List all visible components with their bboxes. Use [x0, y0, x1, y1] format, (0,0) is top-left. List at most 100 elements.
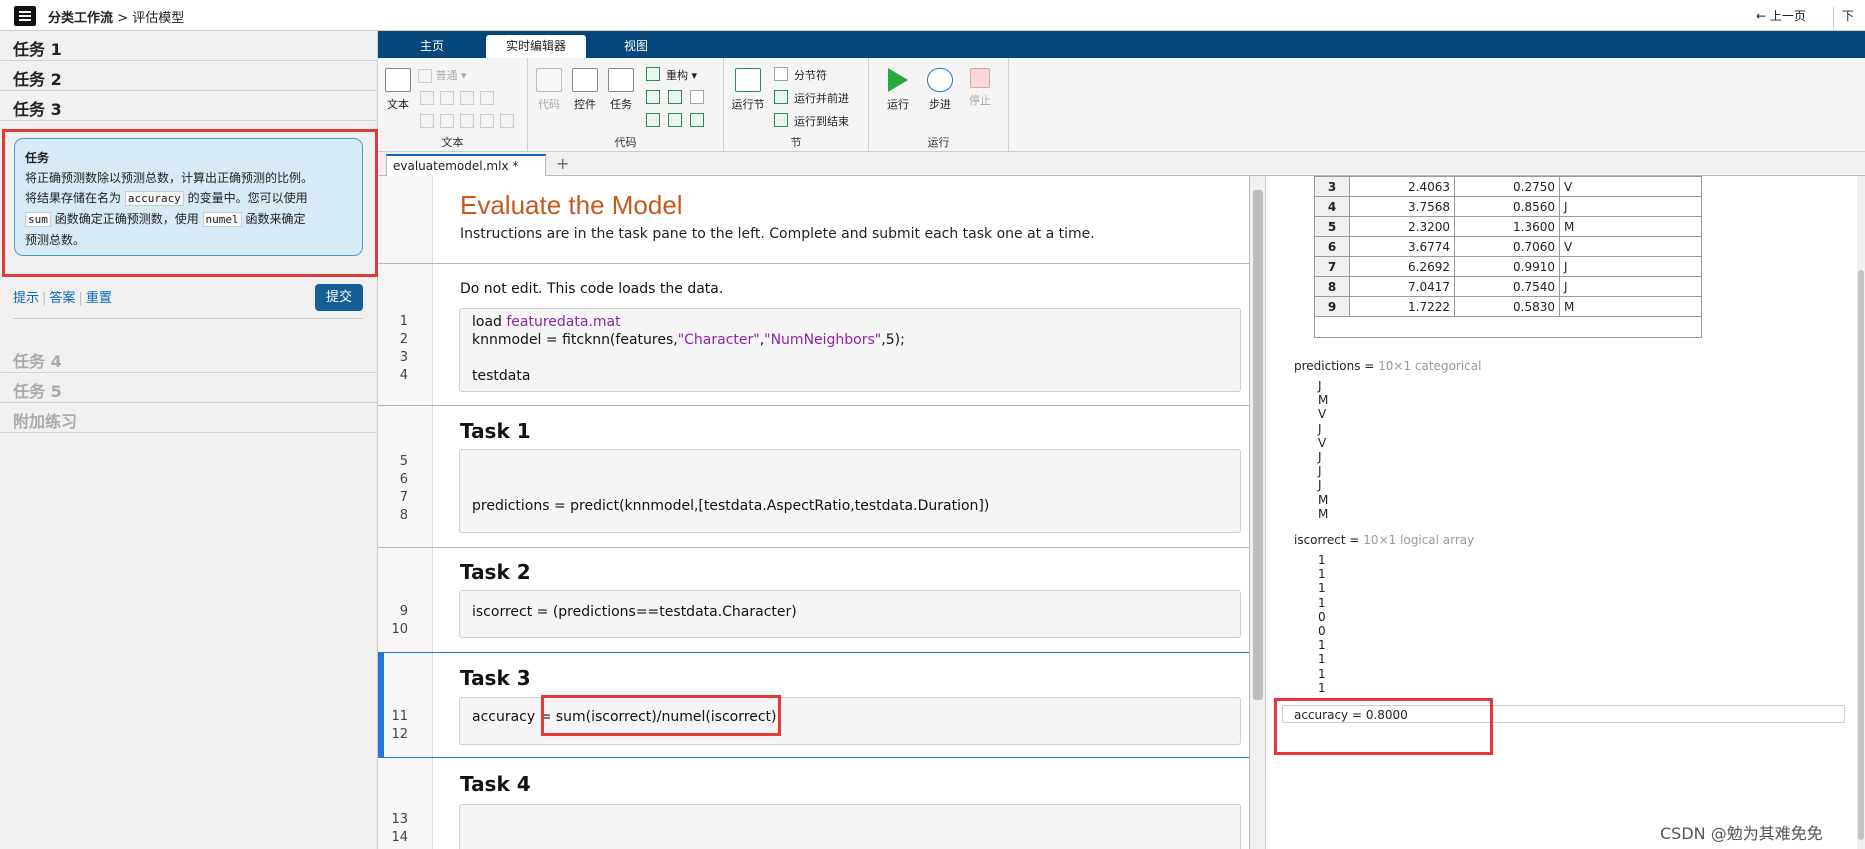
prediction-value: M: [1318, 492, 1329, 507]
ribbon-section-label: 代码: [614, 136, 637, 149]
run-and-advance-button[interactable]: 运行并前进: [794, 90, 849, 106]
ribbon-toolbar: 文本 普通 ▾ 文本 代码 控件 任务 重构 ▾ 代码 运行节 分节符 运行并前…: [378, 58, 1865, 152]
task-header-2[interactable]: 任务 2: [0, 61, 378, 91]
document-title: Evaluate the Model: [460, 190, 683, 220]
ribbon-section-text: 文本 普通 ▾ 文本: [378, 58, 528, 152]
refactor-icon: [646, 67, 660, 81]
iscorrect-value: 1: [1318, 553, 1326, 567]
align-left-icon[interactable]: [460, 114, 474, 128]
step-button[interactable]: 步进: [925, 68, 955, 112]
code-tool-icon[interactable]: [646, 90, 660, 104]
table-cell: 6.2692: [1349, 256, 1455, 277]
section-break-button[interactable]: 分节符: [794, 67, 827, 83]
line-number: 8: [399, 508, 408, 523]
code-line: iscorrect = (predictions==testdata.Chara…: [472, 604, 797, 620]
code-block-task-4[interactable]: [459, 804, 1241, 849]
submit-button[interactable]: 提交: [315, 284, 363, 311]
table-cell: 2.4063: [1349, 176, 1455, 197]
task-1-heading: Task 1: [460, 419, 531, 443]
editor-scrollbar-thumb[interactable]: [1253, 190, 1263, 700]
table-row: 6 3.6774 0.7060 V: [1314, 236, 1702, 257]
ribbon-section-label: 运行: [927, 136, 950, 149]
menu-icon[interactable]: [14, 6, 36, 26]
divider: [13, 318, 363, 319]
row-index-cell: 5: [1314, 216, 1350, 237]
code-block-task-1[interactable]: [459, 449, 1241, 533]
answer-link[interactable]: 答案: [49, 291, 75, 306]
run-button[interactable]: 运行: [883, 68, 913, 112]
section-break-icon: [774, 67, 788, 81]
highlight-rectangle: [541, 695, 781, 736]
line-number: 2: [399, 332, 408, 347]
table-cell: 0.8560: [1454, 196, 1560, 217]
reset-link[interactable]: 重置: [86, 291, 112, 306]
code-line: knnmodel = fitcknn(features,"Character",…: [472, 332, 905, 348]
output-scrollbar-thumb[interactable]: [1858, 270, 1864, 840]
ribbon-section-label: 文本: [441, 136, 464, 149]
previous-page-link[interactable]: ← 上一页: [1756, 7, 1806, 24]
ribbon-tab-bar: 主页 实时编辑器 视图: [378, 31, 1865, 58]
line-number: 9: [399, 604, 408, 619]
code-tool-icon[interactable]: [668, 113, 682, 127]
bold-icon[interactable]: [420, 91, 434, 105]
italic-icon[interactable]: [440, 91, 454, 105]
task-header-5[interactable]: 任务 5: [0, 373, 378, 403]
refactor-button[interactable]: 重构 ▾: [666, 67, 697, 83]
line-number: 5: [399, 454, 408, 469]
tab-live-editor[interactable]: 实时编辑器: [486, 35, 586, 58]
prediction-value: V: [1318, 435, 1327, 450]
step-icon: [927, 68, 953, 92]
code-tool-icon[interactable]: [690, 90, 704, 104]
style-select[interactable]: 普通 ▾: [418, 67, 467, 83]
file-tab[interactable]: evaluatemodel.mlx *: [386, 154, 546, 177]
task-header-3[interactable]: 任务 3: [0, 91, 378, 121]
task-header-1[interactable]: 任务 1: [0, 31, 378, 61]
task-header-4[interactable]: 任务 4: [0, 343, 378, 373]
section-separator: [378, 263, 1249, 264]
controls-button[interactable]: 控件: [570, 68, 600, 112]
task-button[interactable]: 任务: [606, 68, 636, 112]
table-cell: 2.3200: [1349, 216, 1455, 237]
task-header-extra-practice[interactable]: 附加练习: [0, 403, 378, 433]
tab-view[interactable]: 视图: [586, 35, 686, 58]
line-number: 1: [399, 314, 408, 329]
stop-button[interactable]: 停止: [965, 68, 995, 108]
run-section-icon: [735, 68, 761, 92]
run-to-end-button[interactable]: 运行到结束: [794, 113, 849, 129]
add-tab-button[interactable]: +: [556, 154, 569, 173]
live-editor[interactable]: Evaluate the Model Instructions are in t…: [378, 176, 1250, 849]
line-number: 7: [399, 490, 408, 505]
align-center-icon[interactable]: [480, 114, 494, 128]
iscorrect-value: 1: [1318, 652, 1326, 667]
table-cell: 0.2750: [1454, 176, 1560, 197]
section-separator: [378, 547, 1249, 548]
tab-home[interactable]: 主页: [378, 35, 486, 58]
task-2-heading: Task 2: [460, 560, 531, 584]
code-line: testdata: [472, 368, 531, 384]
numbered-list-icon[interactable]: [440, 114, 454, 128]
run-section-button[interactable]: 运行节: [728, 68, 768, 112]
section-separator-active: [378, 652, 1249, 653]
prediction-value: J: [1318, 450, 1322, 464]
text-button[interactable]: 文本: [382, 68, 414, 112]
prediction-value: J: [1318, 478, 1322, 493]
underline-icon[interactable]: [460, 91, 474, 105]
monospace-icon[interactable]: [480, 91, 494, 105]
code-tool-icon[interactable]: [646, 113, 660, 127]
table-cell: J: [1559, 196, 1702, 217]
line-number: 12: [391, 727, 408, 742]
ribbon-section-code: 代码 控件 任务 重构 ▾ 代码: [528, 58, 724, 152]
iscorrect-value: 1: [1318, 680, 1326, 695]
table-cell: V: [1559, 236, 1702, 257]
code-button[interactable]: 代码: [534, 68, 564, 112]
align-right-icon[interactable]: [500, 114, 514, 128]
breadcrumb-root[interactable]: 分类工作流: [48, 11, 113, 26]
bullet-list-icon[interactable]: [420, 114, 434, 128]
table-cell: 1.3600: [1454, 216, 1560, 237]
line-number: 10: [391, 622, 408, 637]
run-and-advance-icon: [774, 90, 788, 104]
hint-link[interactable]: 提示: [13, 291, 39, 306]
code-tool-icon[interactable]: [690, 113, 704, 127]
iscorrect-value: 1: [1318, 666, 1326, 681]
code-tool-icon[interactable]: [668, 90, 682, 104]
